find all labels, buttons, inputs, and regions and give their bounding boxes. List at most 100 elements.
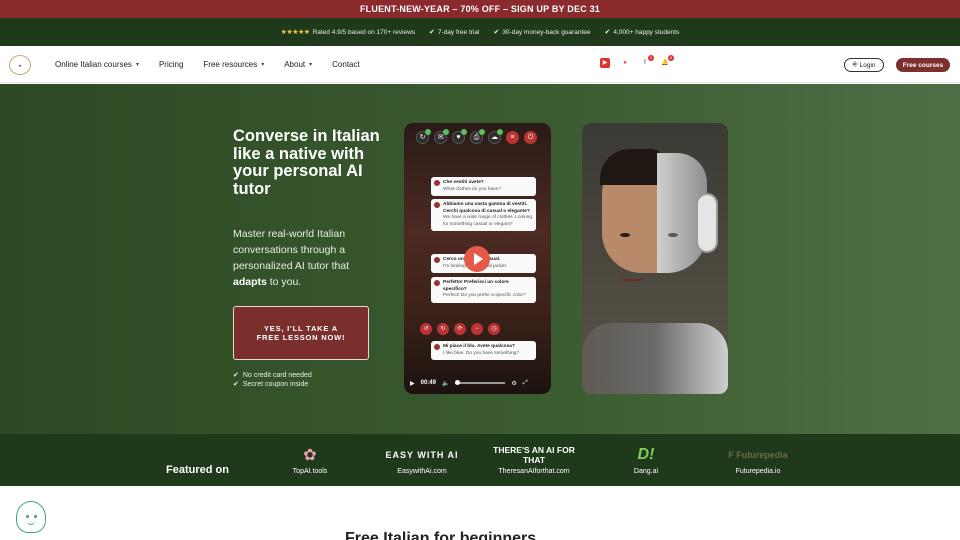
perk-item: ✔ No credit card needed xyxy=(233,371,312,380)
cta-label: YES, I'LL TAKE A FREE LESSON NOW! xyxy=(256,323,346,343)
nav-label: About xyxy=(284,60,306,69)
heart-icon[interactable]: ♥ xyxy=(452,129,467,144)
trust-trial: ✔ 7-day free trial xyxy=(429,28,480,37)
featured-strip: Featured on ✿ TopAI.tools EASY WITH AI Eas… xyxy=(0,434,960,486)
ai-tutor-image xyxy=(582,123,728,394)
chevron-down-icon: ▾ xyxy=(309,62,313,68)
featured-site[interactable]: F Futurepedia Futurepedia.io xyxy=(716,444,800,475)
nav-label: Pricing xyxy=(158,60,184,69)
chevron-down-icon: ▾ xyxy=(261,62,265,68)
repeat-icon[interactable]: ⟳ xyxy=(454,323,466,335)
nav-item-about[interactable]: About ▾ xyxy=(284,60,312,69)
site-name: Futurepedia.io xyxy=(735,468,781,475)
chat-bubble: Mi piace il blu. Avete qualcosa? I like b… xyxy=(431,341,536,360)
theresanai-logo: THERE'S AN AI FOR THAT xyxy=(493,445,575,465)
hero-headline: Converse in Italian like a native with y… xyxy=(233,127,380,198)
topai-logo: ✿ xyxy=(303,447,317,464)
chat-icon[interactable]: ✉ xyxy=(434,129,449,144)
promo-banner[interactable]: FLUENT-NEW-YEAR – 70% OFF – SIGN UP BY D… xyxy=(0,0,960,18)
play-audio-icon[interactable] xyxy=(434,280,440,286)
site-logo[interactable]: ★ xyxy=(9,55,31,75)
bubble-en: Perfect! Do you prefer a specific color? xyxy=(443,293,526,298)
nav-item-courses[interactable]: Online Italian courses ▾ xyxy=(55,60,139,69)
sub-bold: adapts xyxy=(233,276,267,288)
facebook-icon[interactable]: f1 xyxy=(640,55,654,68)
check-icon: ✔ xyxy=(233,381,239,388)
undo-icon[interactable]: ↺ xyxy=(420,323,432,335)
gear-icon[interactable]: ⚙ xyxy=(511,380,516,387)
play-audio-icon[interactable] xyxy=(434,257,440,263)
demo-controls: ↺ ↻ ⟳ − ◷ xyxy=(420,323,500,335)
free-courses-label: Free courses xyxy=(902,61,944,69)
nav-item-pricing[interactable]: Pricing xyxy=(159,60,183,69)
featured-site[interactable]: EASY WITH AI EasywithAi.com xyxy=(374,444,470,475)
trust-students: ✔ 4,000+ happy students xyxy=(604,28,680,37)
hero-perks: ✔ No credit card needed ✔ Secret coupon in… xyxy=(233,371,312,389)
sub-after: to you. xyxy=(266,276,302,288)
nav-label: Contact xyxy=(332,60,360,69)
cloud-icon[interactable]: ☁ xyxy=(488,129,503,144)
bubble-it: Abbiamo una vasta gamma di vestiti. Cerc… xyxy=(443,202,530,214)
social-links: ▶ ● f1 🔔 0 xyxy=(600,55,674,68)
perk-text: No credit card needed xyxy=(242,372,312,379)
bell-icon[interactable]: 🔔 0 xyxy=(660,55,674,68)
featured-site[interactable]: ✿ TopAI.tools xyxy=(286,444,334,475)
login-button[interactable]: ⎆ Login xyxy=(844,58,884,72)
video-controls: ▶ 00:49 🔈 ⚙ ⤢ xyxy=(404,372,551,394)
power-icon[interactable]: ⏻ xyxy=(524,131,537,144)
rating-text: Rated 4.9/5 based on 170+ reviews xyxy=(312,28,416,36)
free-lesson-button[interactable]: YES, I'LL TAKE A FREE LESSON NOW! xyxy=(233,306,369,360)
tutor-smile xyxy=(620,273,646,281)
play-audio-icon[interactable] xyxy=(434,202,440,208)
chat-bubble: Che vestiti avete? What clothes do you ha… xyxy=(431,177,536,196)
nav-item-resources[interactable]: Free resources ▾ xyxy=(203,60,264,69)
tutor-hair xyxy=(600,149,662,185)
refresh-icon[interactable]: ↻ xyxy=(416,129,431,144)
play-audio-icon[interactable] xyxy=(434,344,440,350)
check-icon: ✔ xyxy=(233,372,239,379)
fullscreen-icon[interactable]: ⤢ xyxy=(523,380,528,387)
students-text: 4,000+ happy students xyxy=(613,28,680,36)
bubble-en: What clothes do you have? xyxy=(443,186,501,192)
clock-icon[interactable]: ◷ xyxy=(488,323,500,335)
play-audio-icon[interactable] xyxy=(434,180,440,186)
volume-icon[interactable]: 🔈 xyxy=(442,380,449,387)
easywithai-logo: EASY WITH AI xyxy=(385,450,459,460)
site-name: TopAI.tools xyxy=(292,468,328,475)
minus-icon[interactable]: − xyxy=(471,323,483,335)
play-icon[interactable]: ▶ xyxy=(410,380,415,387)
notification-badge: 0 xyxy=(668,55,674,61)
reddit-icon[interactable]: ● xyxy=(620,58,630,68)
print-icon[interactable]: ⎙ xyxy=(470,129,485,144)
hero-subtext: Master real-world Italian conversations … xyxy=(233,226,373,290)
chevron-down-icon: ▾ xyxy=(135,62,139,68)
login-icon: ⎆ xyxy=(852,61,858,68)
notification-badge: 1 xyxy=(648,55,654,61)
settings-icon[interactable]: ≡ xyxy=(506,131,519,144)
tutor-eye xyxy=(668,233,678,237)
perk-item: ✔ Secret coupon inside xyxy=(233,380,312,389)
sub-before: Master real-world Italian conversations … xyxy=(233,228,350,272)
mascot-icon[interactable] xyxy=(16,501,46,533)
featured-site[interactable]: D! Dang.ai xyxy=(626,444,666,475)
trust-rating: ★★★★★ Rated 4.9/5 based on 170+ reviews xyxy=(281,28,416,37)
youtube-icon[interactable]: ▶ xyxy=(600,58,610,68)
nav-links: Online Italian courses ▾ Pricing Free res… xyxy=(55,46,360,83)
trust-bar: ★★★★★ Rated 4.9/5 based on 170+ reviews ✔… xyxy=(0,18,960,46)
redo-icon[interactable]: ↻ xyxy=(437,323,449,335)
check-icon: ✔ xyxy=(604,29,611,36)
video-time: 00:49 xyxy=(420,380,436,386)
featured-site[interactable]: THERE'S AN AI FOR THAT TheresanAIforthat.… xyxy=(482,444,586,475)
site-name: TheresanAIforthat.com xyxy=(498,468,570,475)
video-play-button[interactable] xyxy=(464,246,490,272)
video-progress[interactable] xyxy=(455,380,506,385)
nav-label: Online Italian courses xyxy=(55,60,132,69)
check-icon: ✔ xyxy=(429,29,435,36)
demo-toolbar: ↻ ✉ ♥ ⎙ ☁ ≡ ⏻ xyxy=(416,129,537,144)
bubble-en: We have a wide range of clothes. Looking… xyxy=(443,215,532,227)
perk-text: Secret coupon inside xyxy=(242,381,309,388)
section-heading: Free Italian for beginners xyxy=(345,530,537,540)
free-courses-button[interactable]: Free courses xyxy=(896,58,950,72)
nav-item-contact[interactable]: Contact xyxy=(332,60,360,69)
trial-text: 7-day free trial xyxy=(437,28,480,36)
